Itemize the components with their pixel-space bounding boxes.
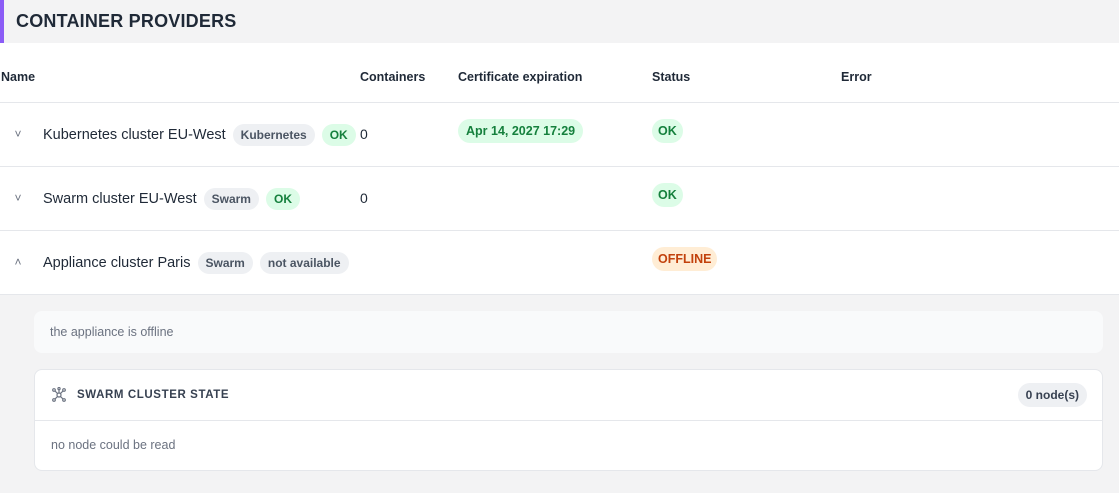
column-header-name[interactable]: Name — [1, 70, 35, 84]
page-title: CONTAINER PROVIDERS — [16, 11, 237, 31]
provider-name-cell: Kubernetes cluster EU-West Kubernetes OK — [43, 123, 356, 147]
provider-type-tag: Swarm — [197, 252, 253, 274]
status-badge: OK — [652, 183, 683, 207]
provider-name: Swarm cluster EU-West — [43, 191, 197, 207]
containers-count: 0 — [360, 190, 368, 206]
table-header: Name Containers Certificate expiration S… — [0, 43, 1119, 103]
cluster-network-icon — [52, 387, 66, 402]
provider-type-tag: Swarm — [203, 188, 259, 210]
provider-state-tag: not available — [259, 252, 349, 274]
provider-name: Appliance cluster Paris — [43, 255, 191, 271]
table-row[interactable]: ˅ Kubernetes cluster EU-West Kubernetes … — [0, 103, 1119, 167]
certificate-cell: Apr 14, 2027 17:29 — [458, 119, 584, 143]
table-row[interactable]: ˄ Appliance cluster Paris Swarm not avai… — [0, 231, 1119, 295]
cluster-state-card: SWARM CLUSTER STATE 0 node(s) no node co… — [34, 369, 1103, 471]
provider-name-cell: Appliance cluster Paris Swarm not availa… — [43, 251, 349, 275]
expanded-row-details: the appliance is offline SWARM CLUSTER S… — [0, 295, 1119, 493]
status-cell: OK — [652, 183, 683, 207]
status-cell: OK — [652, 119, 683, 143]
column-header-status[interactable]: Status — [652, 70, 690, 84]
containers-count: 0 — [360, 126, 368, 142]
chevron-down-icon[interactable]: ˅ — [11, 126, 25, 142]
column-header-containers[interactable]: Containers — [360, 70, 425, 84]
cluster-state-title: SWARM CLUSTER STATE — [77, 389, 230, 401]
node-count-badge: 0 node(s) — [1017, 383, 1087, 407]
table-row[interactable]: ˅ Swarm cluster EU-West Swarm OK 0 OK — [0, 167, 1119, 231]
chevron-down-icon[interactable]: ˅ — [11, 190, 25, 206]
provider-state-tag: OK — [321, 124, 356, 146]
column-header-error[interactable]: Error — [841, 70, 872, 84]
certificate-expiration-badge: Apr 14, 2027 17:29 — [458, 119, 584, 143]
provider-name: Kubernetes cluster EU-West — [43, 127, 226, 143]
provider-type-tag: Kubernetes — [232, 124, 315, 146]
cluster-state-header: SWARM CLUSTER STATE 0 node(s) — [35, 370, 1102, 421]
error-message: the appliance is offline — [34, 311, 1103, 353]
provider-state-tag: OK — [265, 188, 300, 210]
column-header-certificate[interactable]: Certificate expiration — [458, 70, 582, 84]
provider-name-cell: Swarm cluster EU-West Swarm OK — [43, 187, 300, 211]
cluster-state-message: no node could be read — [51, 438, 176, 452]
page-header: CONTAINER PROVIDERS — [0, 0, 1119, 43]
status-badge: OK — [652, 119, 683, 143]
chevron-up-icon[interactable]: ˄ — [11, 254, 25, 270]
providers-table: Name Containers Certificate expiration S… — [0, 43, 1119, 295]
status-badge: OFFLINE — [652, 247, 718, 271]
status-cell: OFFLINE — [652, 247, 718, 271]
